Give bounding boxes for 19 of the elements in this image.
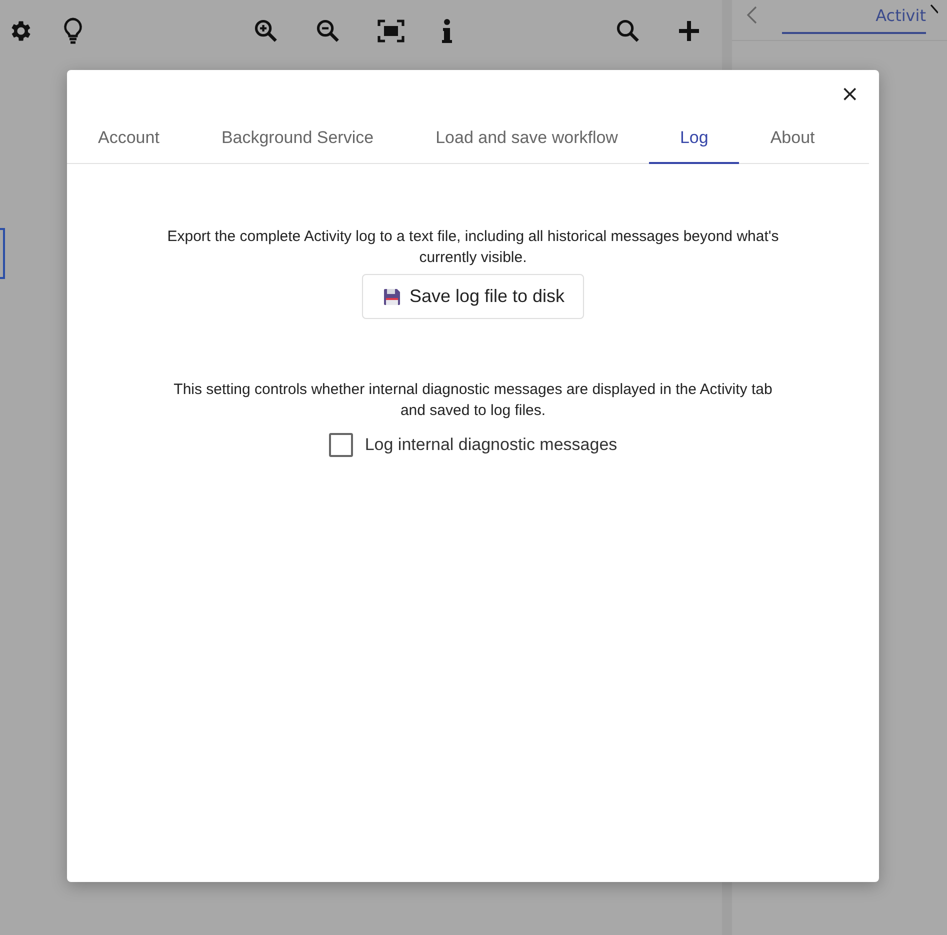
fit-screen-icon[interactable] [376, 19, 405, 43]
zoom-out-icon[interactable] [314, 18, 341, 44]
zoom-in-icon[interactable] [252, 18, 279, 44]
panel-tab[interactable]: Activit [782, 0, 926, 34]
dialog-tab[interactable]: Background Service [190, 120, 405, 164]
dialog-tab[interactable]: Load and save workflow [404, 120, 649, 164]
lightbulb-icon[interactable] [62, 17, 84, 45]
dialog-tab[interactable]: Log [648, 120, 740, 164]
add-icon[interactable] [676, 19, 701, 43]
dialog-tab[interactable]: About [739, 120, 846, 164]
diagnostic-description: This setting controls whether internal diagnostic messages are displayed in the Activity tab and saved to log files. [172, 380, 774, 421]
checkbox-label[interactable]: Log internal diagnostic messages [364, 435, 618, 455]
dialog-tab[interactable]: Account [67, 120, 190, 164]
info-icon[interactable] [440, 18, 453, 44]
diagnostic-checkbox[interactable] [328, 433, 353, 457]
export-description: Export the complete Activity log to a text file, including all historical messages beyond what's currently visible. [166, 227, 780, 268]
close-button[interactable]: × [836, 82, 863, 108]
search-icon[interactable] [614, 18, 641, 44]
save-log-button[interactable]: Save log file to disk [362, 274, 584, 319]
